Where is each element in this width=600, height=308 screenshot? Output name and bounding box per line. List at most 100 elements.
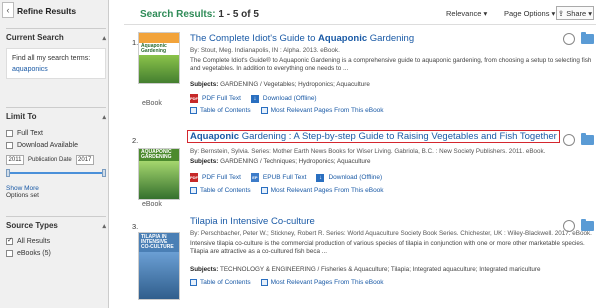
result-meta: By: Bernstein, Sylvia. Series: Mother Ea…	[190, 148, 546, 155]
cover-title: TILAPIA IN INTENSIVE CO-CULTURE	[139, 233, 179, 252]
date-slider-track	[8, 172, 104, 174]
most-relevant-pages-link[interactable]: Most Relevant Pages From This eBook	[260, 107, 384, 114]
date-slider-handle-end[interactable]	[102, 169, 106, 177]
chevron-up-icon: ▴	[102, 222, 106, 230]
limit-to-section: Limit To ▴ Full Text Download Available …	[6, 107, 106, 199]
source-types-header[interactable]: Source Types ▴	[6, 216, 106, 230]
most-relevant-pages-link[interactable]: Most Relevant Pages From This eBook	[260, 187, 384, 194]
options-set-label: Options set	[6, 192, 39, 199]
current-search-header[interactable]: Current Search ▴	[6, 28, 106, 42]
result-subjects: Subjects: GARDENING / Vegetables; Hydrop…	[190, 81, 370, 88]
full-text-checkbox[interactable]	[6, 130, 13, 137]
result-description: Intensive tilapia co-culture is the comm…	[190, 240, 585, 255]
all-results-checkbox[interactable]	[6, 236, 13, 245]
cover-title: AQUAPONIC GARDENING	[139, 149, 179, 161]
date-slider[interactable]	[6, 169, 106, 177]
cover-band	[139, 33, 179, 43]
ebook-label: eBook	[142, 100, 162, 107]
download-offline-link[interactable]: ↓ Download (Offline)	[316, 173, 382, 182]
result-meta: By: Stout, Meg. Indianapolis, IN : Alpha…	[190, 47, 340, 54]
collapse-sidebar-button[interactable]: ‹	[2, 2, 14, 18]
preview-icon[interactable]	[563, 33, 575, 45]
ebooks-checkbox[interactable]	[6, 250, 13, 257]
table-of-contents-link[interactable]: Table of Contents	[190, 279, 251, 286]
current-search-section: Current Search ▴ Find all my search term…	[6, 28, 106, 79]
share-icon: ⇪	[557, 8, 565, 18]
book-cover[interactable]: TILAPIA IN INTENSIVE CO-CULTURE	[138, 232, 180, 300]
pdf-full-text-link[interactable]: PDF PDF Full Text	[190, 94, 241, 103]
result-actions	[563, 32, 594, 45]
result-links-secondary: Table of Contents Most Relevant Pages Fr…	[190, 187, 394, 194]
limit-to-header[interactable]: Limit To ▴	[6, 107, 106, 121]
ebooks-option[interactable]: eBooks (5)	[6, 250, 106, 257]
pdf-full-text-link[interactable]: PDF PDF Full Text	[190, 173, 241, 182]
ebook-label: eBook	[142, 201, 162, 208]
download-icon: ↓	[316, 173, 325, 182]
current-search-box: Find all my search terms: aquaponics	[6, 48, 106, 79]
date-to-input[interactable]: 2017	[75, 155, 94, 165]
result-title-link[interactable]: Tilapia in Intensive Co-culture	[190, 216, 315, 227]
table-of-contents-link[interactable]: Table of Contents	[190, 187, 251, 194]
download-available-checkbox[interactable]	[6, 142, 13, 149]
toc-icon	[190, 187, 197, 194]
pages-icon	[260, 107, 268, 114]
date-slider-handle-start[interactable]	[6, 169, 10, 177]
source-types-section: Source Types ▴ All Results eBooks (5)	[6, 216, 106, 257]
chevron-up-icon: ▴	[102, 34, 106, 42]
full-text-option[interactable]: Full Text	[6, 130, 106, 137]
publication-date-label: Publication Date	[28, 157, 72, 163]
refine-results-title: Refine Results	[17, 6, 77, 16]
pages-icon	[260, 187, 268, 194]
result-subjects: Subjects: GARDENING / Techniques; Hydrop…	[190, 158, 371, 165]
page-options-dropdown[interactable]: Page Options ▾	[504, 9, 555, 18]
header-divider	[124, 24, 596, 25]
date-from-input[interactable]: 2011	[6, 155, 24, 165]
book-cover[interactable]: Aquaponic Gardening	[138, 32, 180, 84]
result-actions	[563, 219, 594, 232]
book-cover[interactable]: AQUAPONIC GARDENING	[138, 148, 180, 200]
most-relevant-pages-link[interactable]: Most Relevant Pages From This eBook	[260, 279, 384, 286]
pdf-icon: PDF	[190, 173, 198, 182]
download-icon: ↓	[250, 94, 259, 103]
results-count: 1 - 5 of 5	[218, 9, 259, 20]
result-meta: By: Perschbacher, Peter W.; Stickney, Ro…	[190, 230, 592, 237]
preview-icon[interactable]	[563, 220, 575, 232]
pages-icon	[260, 279, 268, 286]
result-links-secondary: Table of Contents Most Relevant Pages Fr…	[190, 279, 394, 286]
epub-full-text-link[interactable]: EP EPUB Full Text	[250, 173, 306, 182]
all-results-option[interactable]: All Results	[6, 236, 106, 245]
results-main: Search Results: 1 - 5 of 5 Relevance ▾ P…	[110, 0, 600, 308]
cover-title: Aquaponic Gardening	[141, 43, 167, 54]
chevron-up-icon: ▴	[102, 113, 106, 121]
toc-icon	[190, 279, 197, 286]
results-heading: Search Results: 1 - 5 of 5	[140, 9, 259, 20]
result-number: 3.	[132, 222, 139, 231]
result-links: PDF PDF Full Text ↓ Download (Offline)	[190, 94, 327, 103]
toc-icon	[190, 107, 197, 114]
cover-image	[139, 161, 179, 199]
pdf-icon: PDF	[190, 94, 198, 103]
result-links: PDF PDF Full Text EP EPUB Full Text ↓ Downl…	[190, 173, 392, 182]
cover-image	[139, 252, 179, 299]
result-title-link[interactable]: Aquaponic Gardening : A Step-by-step Gui…	[187, 130, 560, 143]
download-offline-link[interactable]: ↓ Download (Offline)	[250, 94, 317, 103]
add-to-folder-icon[interactable]	[581, 133, 594, 145]
search-terms-label: Find all my search terms:	[12, 55, 91, 62]
result-title-link[interactable]: The Complete Idiot's Guide to Aquaponic …	[190, 33, 414, 44]
result-actions	[563, 133, 594, 146]
share-button[interactable]: ⇪ Share ▾	[556, 6, 594, 20]
result-links-secondary: Table of Contents Most Relevant Pages Fr…	[190, 107, 394, 114]
download-available-option[interactable]: Download Available	[6, 142, 106, 149]
add-to-folder-icon[interactable]	[581, 219, 594, 231]
search-term-link[interactable]: aquaponics	[12, 66, 100, 73]
refine-sidebar: ‹ Refine Results Current Search ▴ Find a…	[0, 0, 109, 308]
result-description: The Complete Idiot's Guide® to Aquaponic…	[190, 57, 592, 72]
preview-icon[interactable]	[563, 134, 575, 146]
show-more-link[interactable]: Show More	[6, 185, 106, 192]
relevance-dropdown[interactable]: Relevance ▾	[446, 9, 487, 18]
table-of-contents-link[interactable]: Table of Contents	[190, 107, 251, 114]
add-to-folder-icon[interactable]	[581, 32, 594, 44]
epub-icon: EP	[250, 173, 259, 182]
cover-image	[139, 55, 179, 83]
result-number: 2.	[132, 136, 139, 145]
